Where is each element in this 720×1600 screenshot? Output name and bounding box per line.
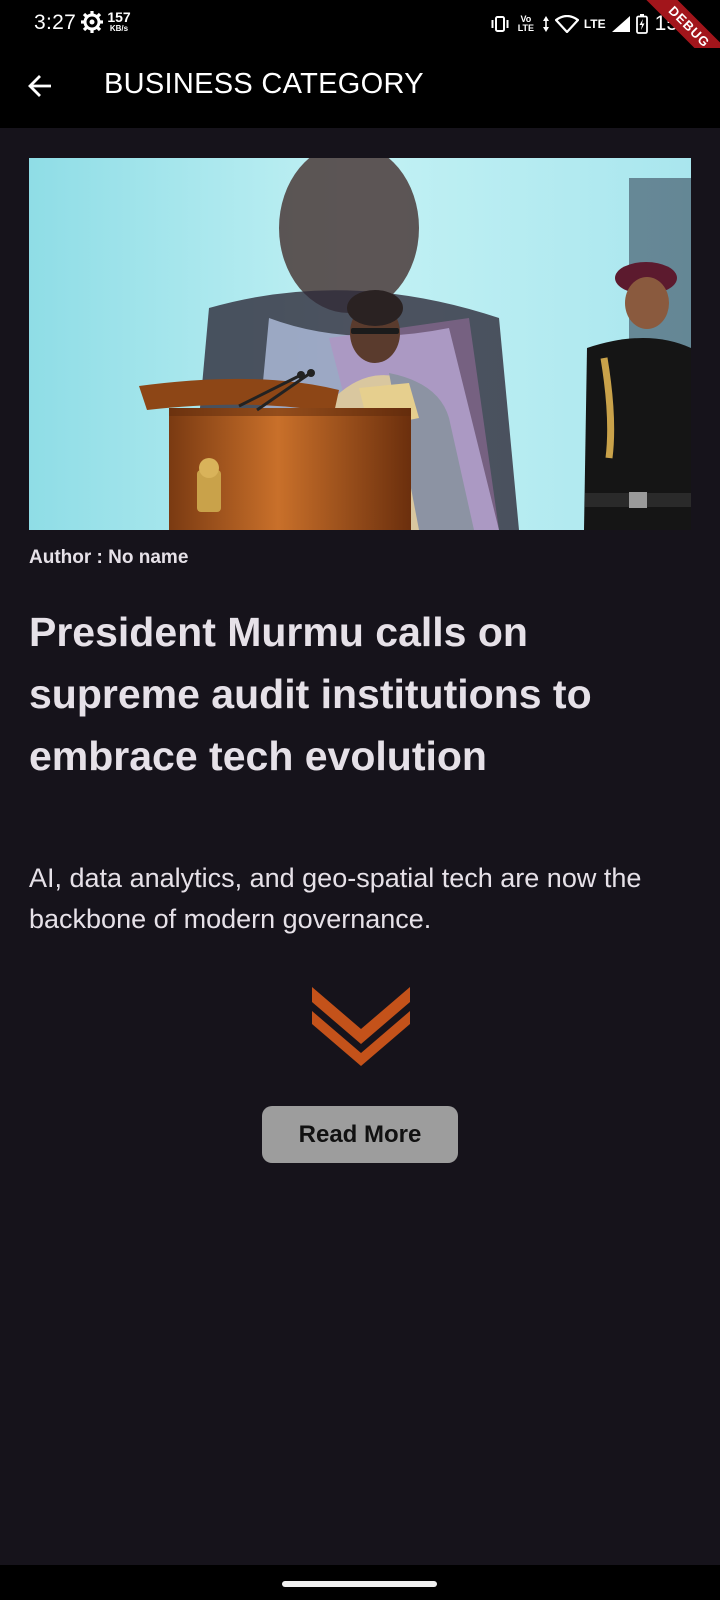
home-indicator[interactable] bbox=[282, 1581, 437, 1587]
net-speed-value: 157 bbox=[107, 9, 131, 25]
article-author: Author : No name bbox=[29, 547, 189, 568]
double-chevron-down-icon bbox=[312, 987, 410, 1067]
article-headline: President Murmu calls on supreme audit i… bbox=[29, 609, 592, 779]
data-arrows-icon bbox=[542, 15, 550, 33]
status-time: 3:27 bbox=[34, 11, 77, 34]
article-summary: AI, data analytics, and geo-spatial tech… bbox=[29, 863, 642, 934]
net-speed-unit: KB/s bbox=[109, 24, 129, 33]
status-icons: Vo LTE LTE 15 bbox=[490, 10, 678, 38]
app-bar: BUSINESS CATEGORY bbox=[0, 48, 720, 128]
back-button[interactable] bbox=[16, 64, 64, 112]
battery-charging-icon bbox=[635, 14, 648, 34]
read-more-button[interactable]: Read More bbox=[262, 1106, 458, 1163]
volte-bottom: LTE bbox=[517, 23, 535, 33]
arrow-left-icon bbox=[27, 74, 53, 103]
vibrate-icon bbox=[490, 15, 510, 33]
cell-signal-icon bbox=[611, 15, 631, 33]
page-title: BUSINESS CATEGORY bbox=[104, 68, 424, 100]
wifi-icon bbox=[554, 15, 579, 33]
lte-label: LTE bbox=[583, 17, 606, 31]
article-image[interactable] bbox=[29, 158, 691, 530]
gear-icon bbox=[80, 10, 104, 34]
status-bar: 3:27 157 KB/s Vo LTE LTE 15 DEBUG bbox=[0, 0, 720, 88]
volte-indicator: Vo LTE bbox=[515, 15, 537, 33]
net-speed: 157 KB/s bbox=[106, 10, 132, 33]
